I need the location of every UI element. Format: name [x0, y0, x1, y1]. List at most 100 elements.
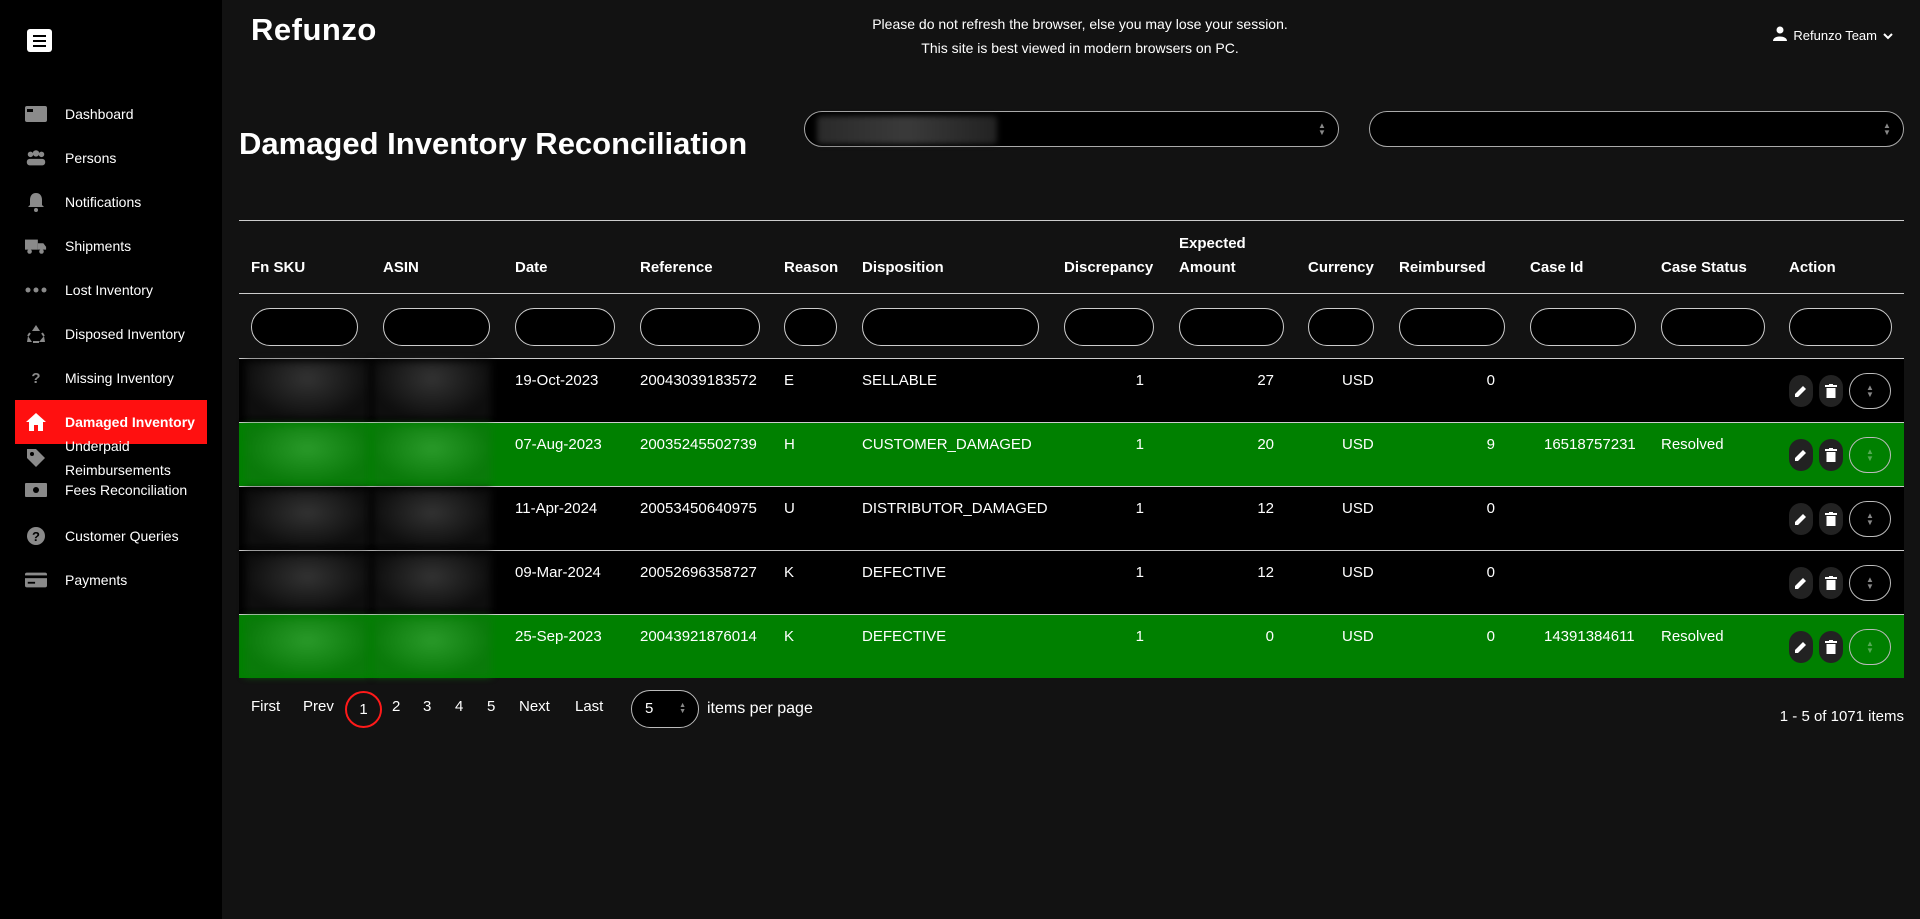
status-toggle[interactable]: ▲ ▼	[1849, 629, 1891, 665]
select-arrows-icon: ▲ ▼	[1866, 639, 1874, 655]
table-row[interactable]: 07-Aug-2023 20035245502739 H CUSTOMER_DA…	[239, 423, 1904, 486]
edit-button[interactable]	[1789, 567, 1813, 599]
table-row[interactable]: 11-Apr-2024 20053450640975 U DISTRIBUTOR…	[239, 487, 1904, 550]
filter-disposition-input[interactable]	[862, 308, 1039, 346]
user-name: Refunzo Team	[1793, 27, 1877, 43]
filter-reference-input[interactable]	[640, 308, 760, 346]
tag-icon	[25, 447, 47, 469]
cell-expected-amount: 20	[1257, 436, 1274, 453]
pager-next[interactable]: Next	[519, 698, 550, 715]
filter-fnsku-input[interactable]	[251, 308, 358, 346]
status-toggle[interactable]: ▲ ▼	[1849, 501, 1891, 537]
sidebar-item-label: Payments	[65, 572, 128, 588]
edit-button[interactable]	[1789, 439, 1813, 471]
pager-first[interactable]: First	[251, 698, 280, 715]
cell-case-id: 14391384611	[1544, 628, 1635, 645]
cell-discrepancy: 1	[1135, 372, 1144, 389]
delete-button[interactable]	[1819, 375, 1843, 407]
header-currency: Currency	[1308, 259, 1374, 276]
filter-reimbursed-input[interactable]	[1399, 308, 1505, 346]
sidebar-item-disposed-inventory[interactable]: Disposed Inventory	[15, 312, 207, 356]
filter-action-input[interactable]	[1789, 308, 1892, 346]
filter-expected-amount-input[interactable]	[1179, 308, 1284, 346]
cell-disposition: DISTRIBUTOR_DAMAGED	[862, 500, 1048, 517]
cell-date: 07-Aug-2023	[515, 436, 602, 453]
sidebar-item-shipments[interactable]: Shipments	[15, 224, 207, 268]
header-case-id: Case Id	[1530, 259, 1584, 276]
sidebar-item-underpaid-reimbursements[interactable]: Underpaid Reimbursements	[15, 438, 207, 482]
sidebar-item-fees-reconciliation[interactable]: Fees Reconciliation	[15, 482, 207, 514]
money-icon	[25, 479, 47, 501]
sidebar-item-dashboard[interactable]: Dashboard	[15, 92, 207, 136]
cell-discrepancy: 1	[1135, 564, 1144, 581]
pager-page-5[interactable]: 5	[487, 698, 495, 715]
status-toggle[interactable]: ▲ ▼	[1849, 373, 1891, 409]
table-row[interactable]: 19-Oct-2023 20043039183572 E SELLABLE 1 …	[239, 359, 1904, 422]
sidebar-item-persons[interactable]: Persons	[15, 136, 207, 180]
filter-date-input[interactable]	[515, 308, 615, 346]
cell-expected-amount: 0	[1265, 628, 1274, 645]
chevron-down-icon	[1883, 28, 1893, 43]
redacted-asin	[373, 361, 491, 420]
table-row[interactable]: 25-Sep-2023 20043921876014 K DEFECTIVE 1…	[239, 615, 1904, 678]
table-top-rule	[239, 220, 1904, 221]
delete-button[interactable]	[1819, 439, 1843, 471]
edit-button[interactable]	[1789, 631, 1813, 663]
delete-button[interactable]	[1819, 503, 1843, 535]
user-menu[interactable]: Refunzo Team	[1773, 26, 1893, 44]
sidebar-item-lost-inventory[interactable]: Lost Inventory	[15, 268, 207, 312]
pager-page-2[interactable]: 2	[392, 698, 400, 715]
header-discrepancy: Discrepancy	[1064, 259, 1154, 276]
sidebar-item-label: Customer Queries	[65, 528, 179, 544]
sidebar-item-customer-queries[interactable]: ? Customer Queries	[15, 514, 207, 558]
header-rule	[239, 293, 1904, 294]
table-row[interactable]: 09-Mar-2024 20052696358727 K DEFECTIVE 1…	[239, 551, 1904, 614]
cell-reason: H	[784, 436, 795, 453]
edit-button[interactable]	[1789, 375, 1813, 407]
menu-toggle-icon[interactable]	[27, 29, 52, 52]
filter-discrepancy-input[interactable]	[1064, 308, 1154, 346]
edit-button[interactable]	[1789, 503, 1813, 535]
status-toggle[interactable]: ▲ ▼	[1849, 437, 1891, 473]
trash-icon	[1825, 512, 1837, 526]
cell-discrepancy: 1	[1135, 436, 1144, 453]
sidebar-item-notifications[interactable]: Notifications	[15, 180, 207, 224]
page-title: Damaged Inventory Reconciliation	[239, 126, 748, 161]
pager-page-3[interactable]: 3	[423, 698, 431, 715]
cell-reason: E	[784, 372, 795, 389]
sidebar-item-label: Lost Inventory	[65, 282, 153, 298]
pager-page-label: 1	[359, 701, 368, 718]
select-arrows-icon: ▲ ▼	[1866, 383, 1874, 399]
header-reference: Reference	[640, 259, 713, 276]
pencil-icon	[1795, 578, 1806, 589]
question-icon: ?	[31, 369, 41, 387]
pager-prev[interactable]: Prev	[303, 698, 334, 715]
filter-asin-input[interactable]	[383, 308, 490, 346]
items-per-page-select[interactable]: 5 ▲ ▼	[631, 690, 699, 728]
items-per-page-label: items per page	[707, 700, 813, 717]
filter-case-id-input[interactable]	[1530, 308, 1636, 346]
cell-reason: K	[784, 564, 795, 581]
pager-last[interactable]: Last	[575, 698, 603, 715]
select-arrows-icon: ▲ ▼	[679, 702, 686, 715]
sidebar-item-missing-inventory[interactable]: ? Missing Inventory	[15, 356, 207, 400]
cell-currency: USD	[1342, 436, 1374, 453]
account-select[interactable]: ▲ ▼	[804, 111, 1339, 147]
delete-button[interactable]	[1819, 631, 1843, 663]
filter-currency-input[interactable]	[1308, 308, 1374, 346]
delete-button[interactable]	[1819, 567, 1843, 599]
filter-reason-input[interactable]	[784, 308, 837, 346]
filter-case-status-input[interactable]	[1661, 308, 1765, 346]
pagination-summary: 1 - 5 of 1071 items	[1779, 708, 1904, 725]
cell-reference: 20035245502739	[640, 436, 757, 453]
status-toggle[interactable]: ▲ ▼	[1849, 565, 1891, 601]
cell-date: 11-Apr-2024	[515, 500, 598, 517]
brand-logo[interactable]: Refunzo	[251, 12, 377, 48]
cell-date: 19-Oct-2023	[515, 372, 599, 389]
pager-page-current[interactable]: 1	[345, 691, 382, 728]
marketplace-select[interactable]: ▲ ▼	[1369, 111, 1904, 147]
select-arrows-icon: ▲ ▼	[1866, 511, 1874, 527]
sidebar-item-label: Disposed Inventory	[65, 326, 185, 342]
sidebar-item-payments[interactable]: Payments	[15, 558, 207, 602]
pager-page-4[interactable]: 4	[455, 698, 463, 715]
